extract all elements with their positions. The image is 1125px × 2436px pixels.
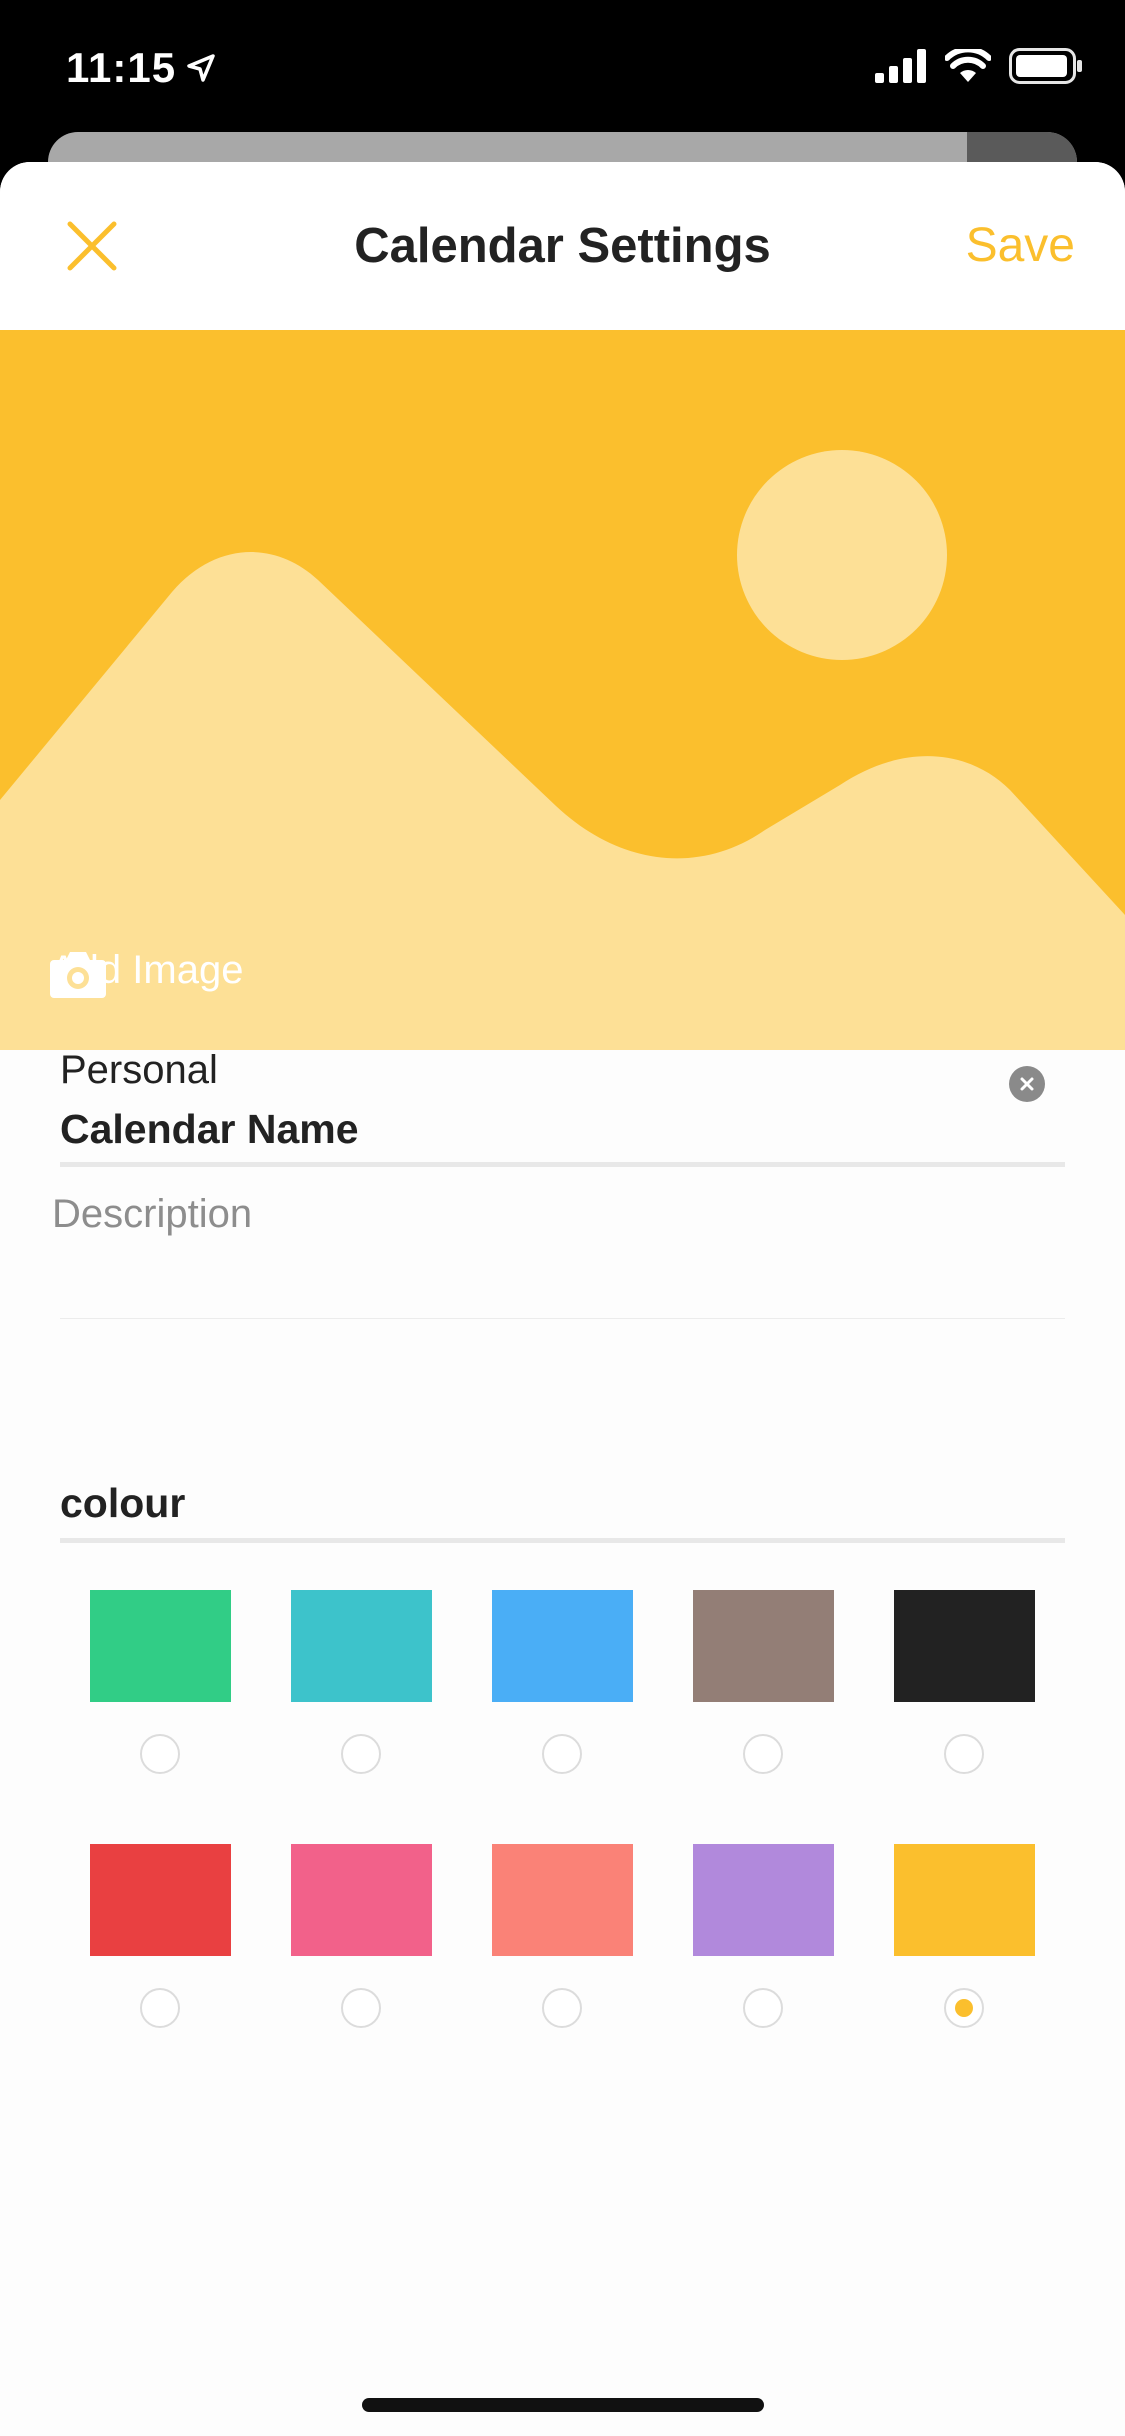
battery-icon	[1009, 48, 1082, 84]
colour-swatch[interactable]	[492, 1844, 633, 1956]
wifi-icon	[945, 49, 991, 82]
colour-swatch[interactable]	[90, 1844, 231, 1956]
colour-swatch[interactable]	[894, 1844, 1035, 1956]
status-time: 11:15	[66, 44, 177, 91]
colour-radio[interactable]	[743, 1734, 783, 1774]
status-bar: 11:15	[0, 0, 1125, 135]
colour-radio[interactable]	[944, 1988, 984, 2028]
colour-radio[interactable]	[140, 1988, 180, 2028]
home-indicator	[362, 2398, 764, 2412]
colour-radio[interactable]	[542, 1734, 582, 1774]
colour-divider	[60, 1538, 1065, 1543]
colour-swatch[interactable]	[291, 1844, 432, 1956]
page-title: Calendar Settings	[354, 219, 771, 273]
calendar-name-input[interactable]	[60, 1048, 960, 1093]
image-placeholder-icon	[0, 450, 1125, 1050]
name-field-underline	[60, 1318, 1065, 1319]
colour-radio[interactable]	[341, 1988, 381, 2028]
colour-swatch[interactable]	[693, 1590, 834, 1702]
status-time-group: 11:15	[66, 44, 216, 92]
description-input[interactable]	[52, 1192, 1052, 1237]
colour-radio[interactable]	[542, 1988, 582, 2028]
colour-label: colour	[60, 1480, 186, 1526]
colour-radio-selected-dot	[955, 1999, 973, 2017]
clear-icon	[1020, 1077, 1034, 1091]
colour-swatch[interactable]	[492, 1590, 633, 1702]
nav-bar: Calendar Settings Save	[0, 162, 1125, 330]
colour-radio[interactable]	[743, 1988, 783, 2028]
calendar-name-label: Calendar Name	[60, 1106, 359, 1152]
calendar-name-divider	[60, 1162, 1065, 1167]
colour-swatch[interactable]	[291, 1590, 432, 1702]
location-arrow-icon	[187, 54, 215, 82]
colour-radio[interactable]	[140, 1734, 180, 1774]
colour-swatch[interactable]	[693, 1844, 834, 1956]
status-icons	[875, 48, 1083, 84]
colour-radio[interactable]	[944, 1734, 984, 1774]
cellular-signal-icon	[875, 49, 926, 83]
colour-swatch[interactable]	[894, 1590, 1035, 1702]
clear-name-button[interactable]	[1009, 1066, 1045, 1102]
add-image-button[interactable]: Add Image	[50, 948, 243, 998]
colour-swatch[interactable]	[90, 1590, 231, 1702]
colour-radio[interactable]	[341, 1734, 381, 1774]
calendar-cover-image[interactable]: Add Image	[0, 330, 1125, 1050]
save-button[interactable]: Save	[966, 218, 1075, 273]
calendar-settings-sheet: Calendar Settings Save Add Image	[0, 162, 1125, 2436]
camera-icon	[50, 952, 106, 998]
